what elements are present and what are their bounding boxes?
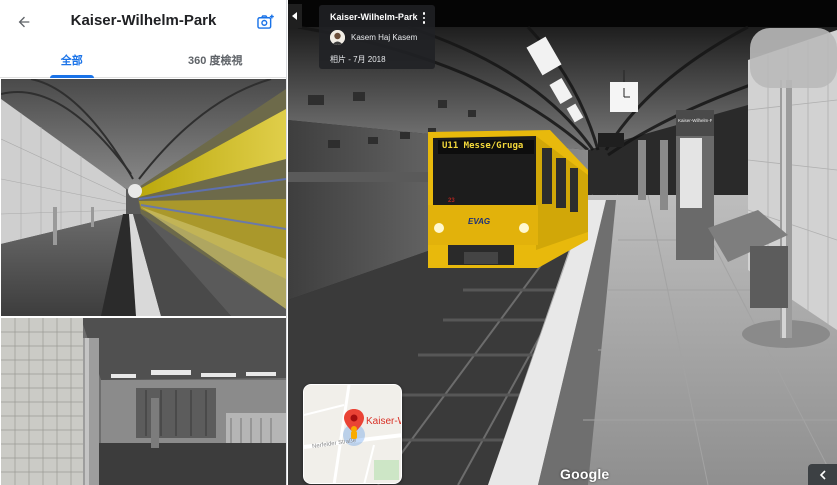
arrow-back-icon — [18, 16, 30, 28]
mini-map[interactable]: Kaiser-W Nerfelder Straße — [303, 384, 402, 484]
photo-info-card: Kaiser-Wilhelm-Park Kasem Haj Kasem 相片 -… — [319, 5, 435, 69]
photo-tabs: 全部 360 度檢視 — [0, 44, 287, 78]
mini-map-image — [304, 385, 401, 483]
expand-button[interactable] — [808, 464, 837, 485]
photo-panel: Kaiser-Wilhelm-Park 全部 360 度檢視 — [0, 0, 287, 485]
more-options-button[interactable] — [419, 10, 429, 26]
tab-360-view[interactable]: 360 度檢視 — [144, 44, 287, 77]
add-photo-button[interactable] — [251, 8, 279, 36]
tab-all[interactable]: 全部 — [0, 44, 144, 78]
photo-thumbnail-corridor[interactable] — [1, 318, 286, 485]
avatar-image — [330, 30, 345, 45]
train-brand-label: EVAG — [468, 217, 491, 226]
add-photo-icon — [256, 14, 274, 29]
train-number-label: 23 — [448, 198, 455, 204]
mini-map-place-label: Kaiser-W — [366, 416, 401, 427]
train-destination-display: U11 Messe/Gruga — [442, 141, 524, 151]
platform-photo-image — [1, 79, 286, 316]
author-avatar[interactable] — [330, 30, 345, 45]
author-name-link[interactable]: Kasem Haj Kasem — [351, 33, 417, 42]
info-place-title: Kaiser-Wilhelm-Park — [330, 12, 418, 22]
panel-header: Kaiser-Wilhelm-Park — [0, 0, 286, 44]
page-title: Kaiser-Wilhelm-Park — [70, 12, 217, 29]
chevron-left-icon — [819, 469, 826, 480]
station-sign: Kaiser-Wilhelm-Park — [678, 118, 712, 123]
corridor-photo-image — [1, 318, 286, 485]
more-vert-icon — [422, 12, 426, 15]
photo-thumbnail-platform[interactable] — [1, 79, 286, 316]
collapse-panel-button[interactable] — [288, 4, 302, 28]
google-logo: Google — [560, 466, 610, 482]
chevron-left-icon — [292, 12, 297, 20]
street-view-viewer[interactable]: U11 Messe/Gruga EVAG 23 Kaiser-Wilhelm-P… — [288, 0, 837, 485]
back-button[interactable] — [10, 8, 38, 36]
photo-date: 相片 - 7月 2018 — [330, 55, 386, 64]
